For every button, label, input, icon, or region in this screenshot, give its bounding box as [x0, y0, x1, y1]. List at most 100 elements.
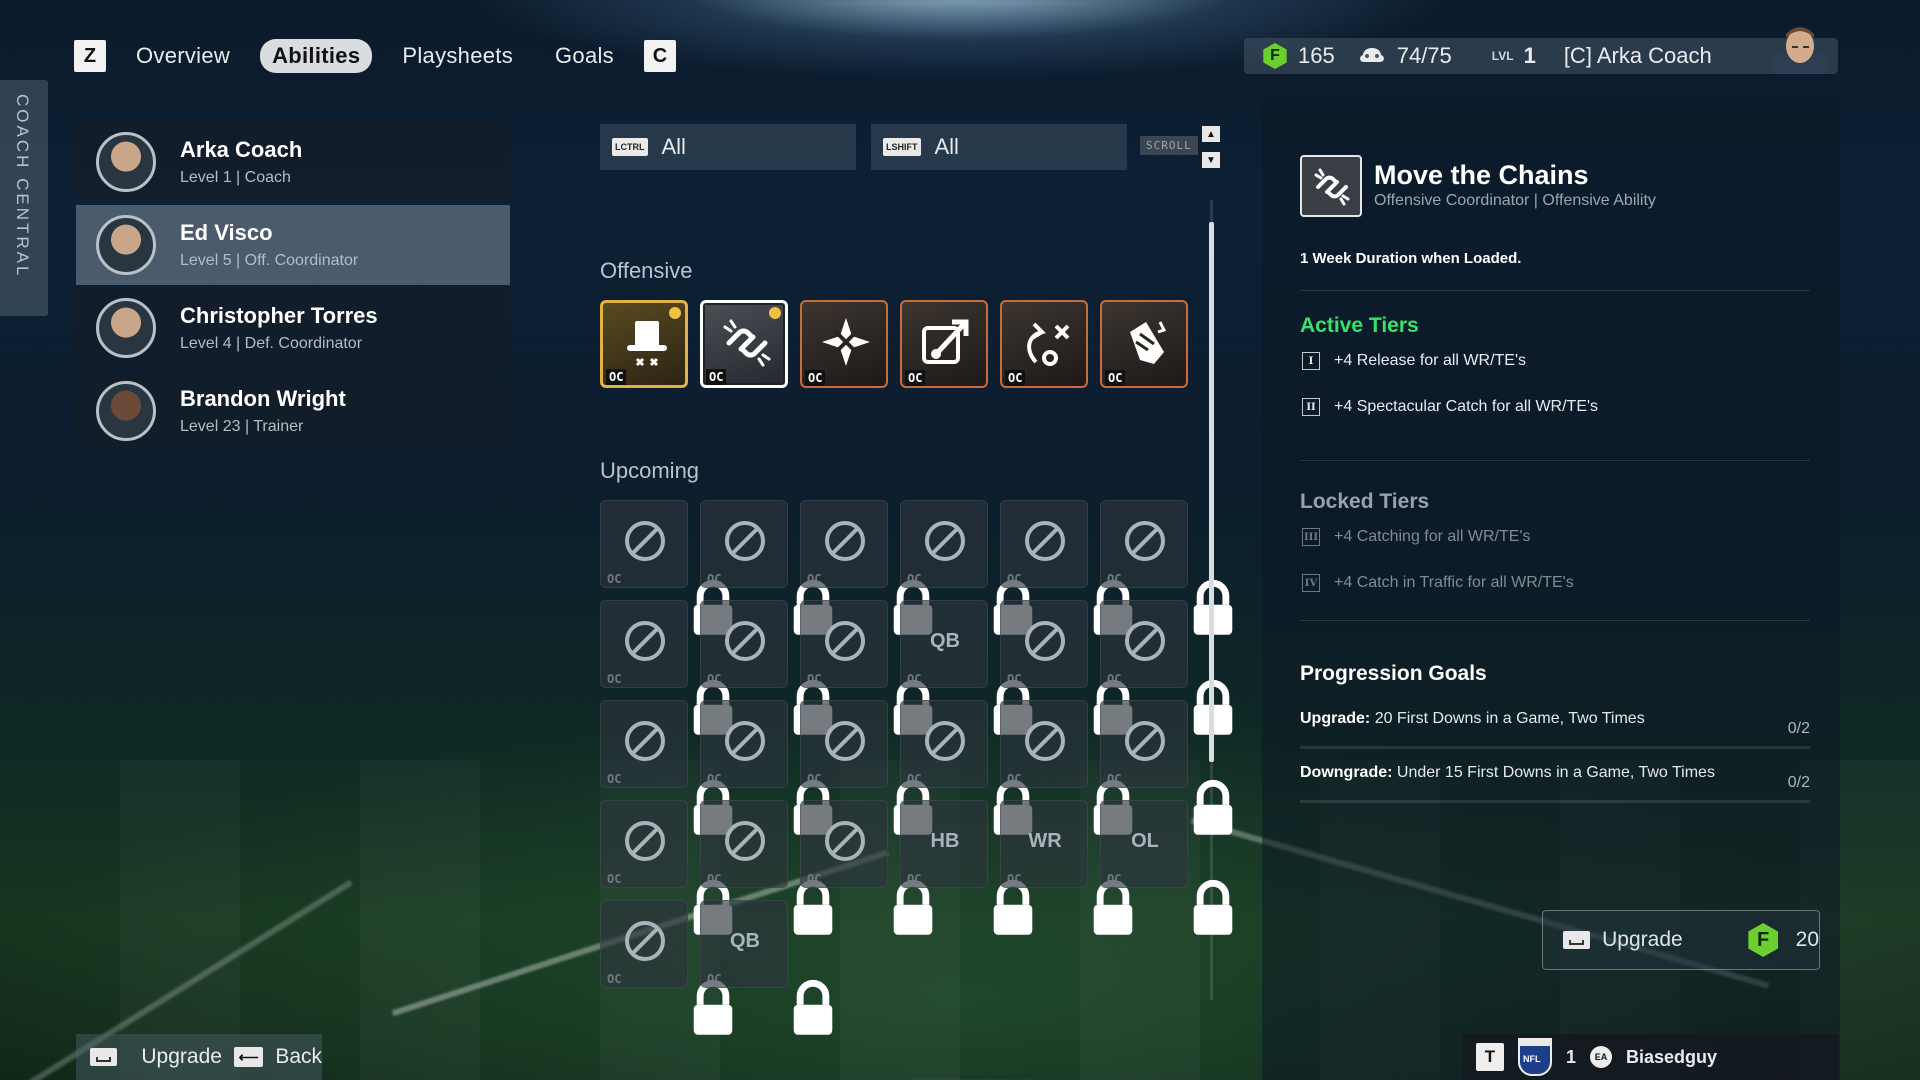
ability-tile[interactable]: OC	[600, 600, 733, 735]
burst-arrow-icon	[825, 621, 865, 661]
ability-subtitle: Offensive Coordinator | Offensive Abilit…	[1374, 192, 1656, 209]
scrollbar-thumb[interactable]	[1209, 222, 1214, 762]
ability-tile[interactable]: QB OC	[700, 900, 833, 1035]
tab-playsheets[interactable]: Playsheets	[390, 39, 525, 73]
coin-icon: F	[1263, 43, 1287, 69]
ability-tag: OC	[1107, 672, 1122, 686]
ability-tile[interactable]: OC	[1100, 500, 1233, 635]
lock-icon	[1069, 569, 1133, 635]
locked-tier-row: III +4 Catching for all WR/TE's	[1302, 528, 1530, 546]
bottom-upgrade-button[interactable]: Upgrade	[141, 1045, 222, 1069]
ability-tile[interactable]: OC	[1000, 700, 1133, 835]
lock-icon	[869, 769, 933, 835]
ability-tile[interactable]: OC	[1100, 700, 1233, 835]
active-tiers-heading: Active Tiers	[1300, 314, 1419, 337]
next-tab-key[interactable]: C	[643, 40, 676, 72]
ability-tile[interactable]: OC	[700, 600, 833, 735]
snowflake-icon	[1125, 521, 1165, 561]
helmet-icon	[625, 921, 665, 961]
tier-text: +4 Release for all WR/TE's	[1334, 352, 1527, 369]
active-tier-row: II +4 Spectacular Catch for all WR/TE's	[1302, 398, 1598, 416]
ability-tile[interactable]: WR OC	[1000, 800, 1133, 935]
lock-icon	[1169, 569, 1233, 635]
ability-tile[interactable]: OC	[1000, 300, 1088, 388]
xo-grid-icon	[1025, 721, 1065, 761]
upgrade-ability-button[interactable]: Upgrade F 20	[1542, 910, 1820, 970]
football-speed-icon	[625, 521, 665, 561]
coin-icon: F	[1748, 923, 1778, 957]
ability-tile[interactable]: OC	[900, 500, 1033, 635]
locked-tiers-heading: Locked Tiers	[1300, 490, 1430, 513]
fist-shield-icon	[925, 721, 965, 761]
ability-scrollbar[interactable]	[1209, 200, 1214, 1000]
filter-dropdown-left[interactable]: LCTRL All	[600, 124, 856, 170]
ability-tile[interactable]: OC	[800, 500, 933, 635]
ability-tile[interactable]: OC	[800, 600, 933, 735]
coach-central-tab[interactable]: COACH CENTRAL	[0, 80, 48, 316]
ability-tile[interactable]: QB OC	[900, 600, 1033, 735]
ability-tile[interactable]: OC	[900, 300, 988, 388]
t-key-icon[interactable]: T	[1476, 1043, 1504, 1071]
ability-tile[interactable]: OL OC	[1100, 800, 1233, 935]
tier-numeral: II	[1302, 398, 1320, 416]
ability-tile[interactable]: OC	[700, 700, 833, 835]
ability-tile[interactable]: OC	[1000, 600, 1133, 735]
ability-tag: OC	[1105, 370, 1126, 386]
prev-tab-key[interactable]: Z	[74, 40, 106, 72]
ability-tile[interactable]: OC	[800, 800, 933, 935]
ability-tag: OC	[1007, 672, 1022, 686]
top-nav: Z Overview Abilities Playsheets Goals C	[74, 39, 676, 73]
ability-tag: OC	[1007, 772, 1022, 786]
coach-card[interactable]: Christopher Torres Level 4 | Def. Coordi…	[76, 288, 510, 368]
ability-tile[interactable]: OC	[600, 900, 733, 1035]
scroll-up-icon[interactable]: ▲	[1202, 126, 1220, 142]
ability-tile[interactable]: OC	[700, 300, 788, 388]
ability-tile[interactable]: OC	[800, 300, 888, 388]
filter-right-value: All	[934, 134, 959, 159]
ability-tile[interactable]: OC	[700, 800, 833, 935]
player-level: 1	[1566, 1046, 1577, 1067]
ability-tile[interactable]: OC	[1100, 300, 1188, 388]
ability-tag: OC	[807, 872, 822, 886]
lock-icon	[969, 669, 1033, 735]
tab-overview[interactable]: Overview	[124, 39, 242, 73]
coach-card-subtitle: Level 23 | Trainer	[180, 418, 304, 435]
coach-card-name: Ed Visco	[180, 220, 273, 245]
backspace-key-icon: ⟵	[233, 1047, 264, 1067]
filter-dropdown-right[interactable]: LSHIFT All	[871, 124, 1127, 170]
blocking-icon	[1025, 621, 1065, 661]
tab-abilities[interactable]: Abilities	[260, 39, 373, 73]
ability-tag: OC	[907, 672, 922, 686]
lock-icon	[769, 569, 833, 635]
ability-tile[interactable]: OC	[800, 700, 933, 835]
ability-tag: OC	[607, 972, 622, 986]
coach-card[interactable]: Brandon Wright Level 23 | Trainer	[76, 371, 510, 451]
bottom-action-bar: Upgrade ⟵ Back	[76, 1034, 322, 1080]
ability-tile[interactable]: OC	[700, 500, 833, 635]
ability-tile[interactable]: HB OC	[900, 800, 1033, 935]
tab-goals[interactable]: Goals	[543, 39, 626, 73]
coach-card[interactable]: Ed Visco Level 5 | Off. Coordinator	[76, 205, 510, 285]
chain-link-icon	[723, 319, 771, 367]
level-value: 1	[1523, 43, 1536, 68]
ability-tile[interactable]: OC	[600, 800, 733, 935]
ability-tile[interactable]: OC	[1100, 600, 1233, 735]
ability-tile[interactable]: OC	[900, 700, 1033, 835]
divider	[1300, 620, 1810, 621]
avatar	[96, 132, 156, 192]
status-bar: F 165 74/75 LVL 1 [C] Arka Coach	[1244, 27, 1838, 74]
ability-tag: OC	[606, 369, 627, 385]
lotus-icon	[625, 621, 665, 661]
coach-card[interactable]: Arka Coach Level 1 | Coach	[76, 122, 510, 202]
ability-tag: OC	[607, 672, 622, 686]
section-offensive-title: Offensive	[600, 258, 693, 283]
ability-tag: OC	[607, 772, 622, 786]
svg-text:WR: WR	[1028, 830, 1062, 852]
ability-tile[interactable]: OC	[600, 700, 733, 835]
scroll-down-icon[interactable]: ▼	[1202, 152, 1220, 168]
ability-tile[interactable]: OC	[1000, 500, 1133, 635]
back-button[interactable]: Back	[275, 1045, 322, 1069]
filter-left-value: All	[661, 134, 686, 159]
ability-tile[interactable]: OC	[600, 300, 688, 388]
ability-tile[interactable]: OC	[600, 500, 733, 635]
